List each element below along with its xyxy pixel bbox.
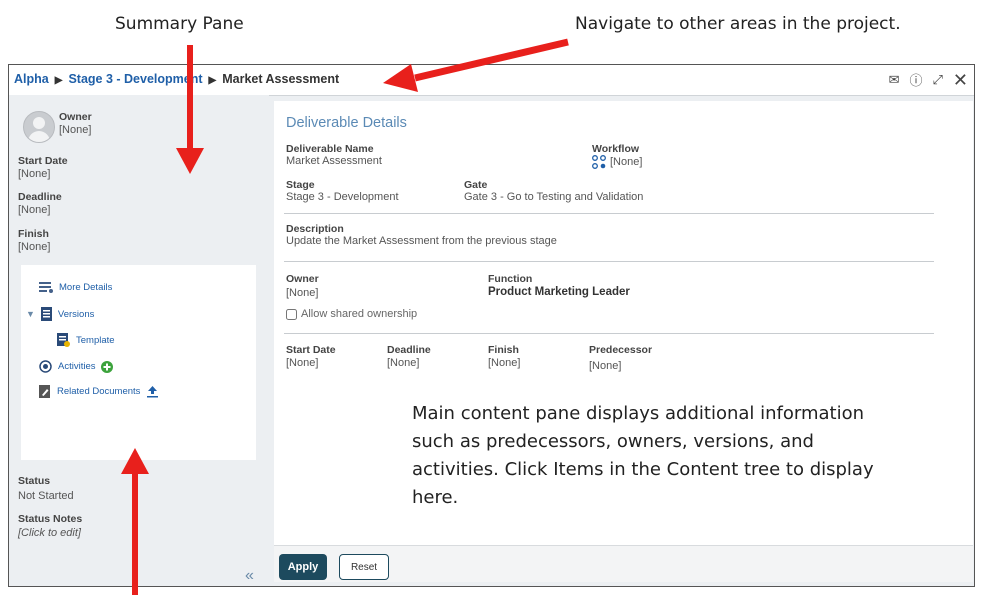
arrow-navigate-head <box>383 64 418 92</box>
arrow-navigate <box>414 38 569 82</box>
annotation-arrows <box>121 38 569 595</box>
arrow-summary-pane-head <box>176 148 204 174</box>
arrow-content-tree-head <box>121 448 149 474</box>
